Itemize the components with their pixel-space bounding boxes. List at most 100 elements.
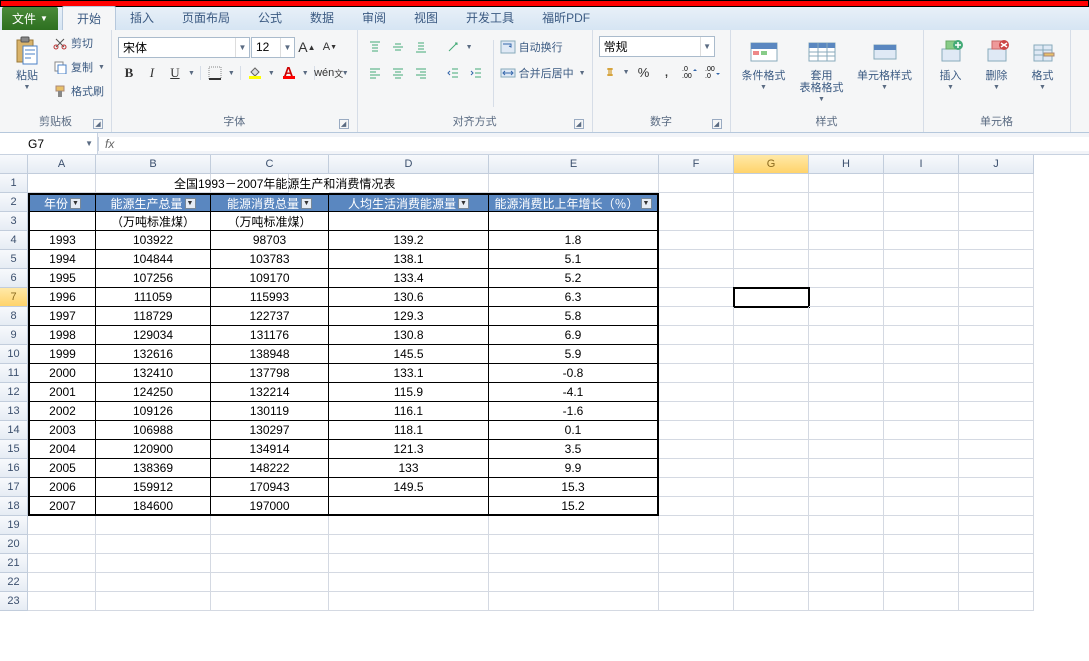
cell[interactable]: 6.9 (489, 326, 659, 345)
cell[interactable] (884, 459, 959, 478)
cell[interactable]: 138948 (211, 345, 329, 364)
cell[interactable] (959, 554, 1034, 573)
cell[interactable] (959, 573, 1034, 592)
cell[interactable] (809, 212, 884, 231)
cell[interactable] (884, 383, 959, 402)
row-header-1[interactable]: 1 (0, 174, 28, 193)
row-header-17[interactable]: 17 (0, 478, 28, 497)
cell[interactable]: 159912 (96, 478, 211, 497)
cell[interactable]: 133.1 (329, 364, 489, 383)
decrease-decimal-button[interactable]: .00.0 (702, 61, 724, 83)
cell[interactable]: 139.2 (329, 231, 489, 250)
cell[interactable] (809, 345, 884, 364)
cell[interactable] (809, 459, 884, 478)
cell[interactable]: （万吨标准煤） (211, 212, 329, 231)
cell[interactable]: 年份▼ (28, 193, 96, 212)
cell[interactable] (734, 459, 809, 478)
cell[interactable] (659, 535, 734, 554)
col-header-F[interactable]: F (659, 155, 734, 174)
increase-indent-button[interactable] (465, 62, 487, 84)
col-header-J[interactable]: J (959, 155, 1034, 174)
cell[interactable]: 111059 (96, 288, 211, 307)
cell[interactable] (489, 592, 659, 611)
cell[interactable]: 9.9 (489, 459, 659, 478)
cell[interactable]: 0.1 (489, 421, 659, 440)
tab-开发工具[interactable]: 开发工具 (452, 6, 528, 30)
cell[interactable] (809, 573, 884, 592)
cell[interactable] (884, 288, 959, 307)
decrease-indent-button[interactable] (442, 62, 464, 84)
tab-公式[interactable]: 公式 (244, 6, 296, 30)
cell[interactable] (96, 573, 211, 592)
cell[interactable]: 116.1 (329, 402, 489, 421)
cell[interactable] (659, 364, 734, 383)
chevron-down-icon[interactable]: ▼ (300, 70, 311, 77)
col-header-D[interactable]: D (329, 155, 489, 174)
cell[interactable] (884, 535, 959, 554)
cell[interactable] (489, 212, 659, 231)
col-header-I[interactable]: I (884, 155, 959, 174)
cell[interactable] (959, 345, 1034, 364)
cell[interactable]: 109126 (96, 402, 211, 421)
filter-button[interactable]: ▼ (70, 198, 81, 209)
tab-file[interactable]: 文件 ▼ (2, 7, 58, 30)
cell[interactable] (734, 269, 809, 288)
cell[interactable] (884, 364, 959, 383)
cell[interactable] (734, 554, 809, 573)
chevron-down-icon[interactable]: ▼ (700, 37, 714, 56)
cell[interactable] (959, 364, 1034, 383)
cell[interactable] (211, 554, 329, 573)
col-header-E[interactable]: E (489, 155, 659, 174)
align-top-button[interactable] (364, 36, 386, 58)
tab-数据[interactable]: 数据 (296, 6, 348, 30)
row-header-22[interactable]: 22 (0, 573, 28, 592)
cell[interactable] (884, 573, 959, 592)
cell[interactable] (734, 573, 809, 592)
cell[interactable] (96, 592, 211, 611)
cell[interactable]: 104844 (96, 250, 211, 269)
cell[interactable] (959, 212, 1034, 231)
cell[interactable] (809, 402, 884, 421)
cell[interactable]: 2005 (28, 459, 96, 478)
cell[interactable]: 能源消费比上年增长（％）▼ (489, 193, 659, 212)
paste-button[interactable]: 粘贴 ▼ (6, 32, 48, 91)
cell[interactable] (659, 288, 734, 307)
cell[interactable] (489, 516, 659, 535)
cell[interactable]: 138.1 (329, 250, 489, 269)
cell[interactable]: 133 (329, 459, 489, 478)
row-header-18[interactable]: 18 (0, 497, 28, 516)
cell[interactable]: 1996 (28, 288, 96, 307)
cell[interactable] (884, 345, 959, 364)
row-header-5[interactable]: 5 (0, 250, 28, 269)
cell[interactable]: 138369 (96, 459, 211, 478)
cell[interactable] (734, 288, 809, 307)
cell[interactable]: 2006 (28, 478, 96, 497)
format-painter-button[interactable]: 格式刷 (52, 80, 105, 102)
filter-button[interactable]: ▼ (185, 198, 196, 209)
cell[interactable] (489, 554, 659, 573)
row-header-16[interactable]: 16 (0, 459, 28, 478)
cell[interactable]: 15.3 (489, 478, 659, 497)
font-color-button[interactable]: A▼ (278, 62, 311, 84)
cell[interactable]: 130119 (211, 402, 329, 421)
cell[interactable]: 184600 (96, 497, 211, 516)
chevron-down-icon[interactable]: ▼ (235, 38, 249, 57)
cell[interactable] (659, 231, 734, 250)
cell[interactable] (659, 402, 734, 421)
row-header-12[interactable]: 12 (0, 383, 28, 402)
number-format-combo[interactable]: ▼ (599, 36, 715, 57)
col-header-B[interactable]: B (96, 155, 211, 174)
cell[interactable] (959, 174, 1034, 193)
filter-button[interactable]: ▼ (641, 198, 652, 209)
row-header-7[interactable]: 7 (0, 288, 28, 307)
row-header-23[interactable]: 23 (0, 592, 28, 611)
cell[interactable] (659, 497, 734, 516)
cell[interactable] (809, 497, 884, 516)
cell[interactable]: -1.6 (489, 402, 659, 421)
cell[interactable]: （万吨标准煤） (96, 212, 211, 231)
chevron-down-icon[interactable]: ▼ (340, 70, 351, 77)
cell[interactable]: 115993 (211, 288, 329, 307)
cell[interactable] (959, 421, 1034, 440)
conditional-format-button[interactable]: 条件格式▼ (737, 32, 791, 91)
cell[interactable] (329, 516, 489, 535)
